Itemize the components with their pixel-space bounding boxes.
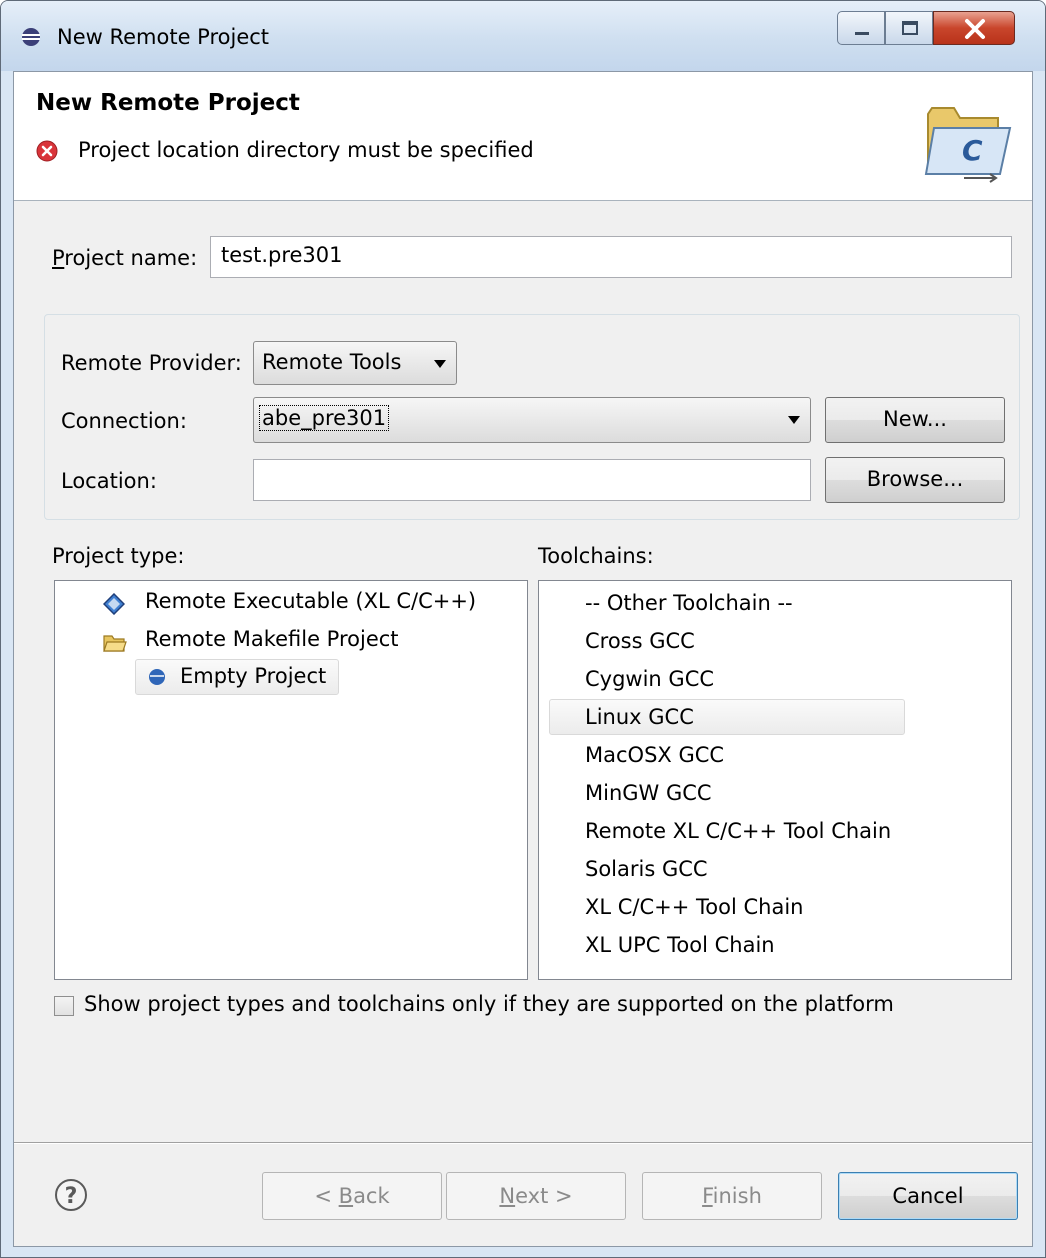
toolchain-item[interactable]: MacOSX GCC <box>585 743 724 767</box>
toolchain-item[interactable]: MinGW GCC <box>585 781 712 805</box>
folder-icon <box>103 635 127 652</box>
eclipse-icon <box>22 28 40 46</box>
chevron-down-icon <box>434 360 446 368</box>
supported-only-checkbox[interactable] <box>54 996 74 1016</box>
remote-provider-select[interactable]: Remote Tools <box>253 341 457 385</box>
toolchain-item[interactable]: Cross GCC <box>585 629 695 653</box>
project-type-label: Project type: <box>52 544 185 568</box>
finish-button[interactable]: Finish <box>642 1172 822 1220</box>
c-project-folder-icon: C <box>924 107 1012 183</box>
chevron-down-icon <box>788 416 800 424</box>
toolchain-item-selected[interactable]: Linux GCC <box>585 705 694 729</box>
page-title: New Remote Project <box>36 90 300 116</box>
location-input[interactable] <box>253 459 811 501</box>
error-message: Project location directory must be speci… <box>78 138 534 162</box>
toolchains-list[interactable]: -- Other Toolchain -- Cross GCC Cygwin G… <box>538 580 1012 980</box>
toolchain-item[interactable]: XL C/C++ Tool Chain <box>585 895 803 919</box>
remote-settings-group: Remote Provider: Remote Tools Connection… <box>44 314 1020 520</box>
project-name-input[interactable]: test.pre301 <box>210 236 1012 278</box>
maximize-button[interactable] <box>885 11 933 45</box>
connection-select[interactable]: abe_pre301 <box>253 397 811 443</box>
remote-provider-value: Remote Tools <box>262 350 402 374</box>
minimize-button[interactable] <box>837 11 885 45</box>
minimize-icon <box>855 32 869 35</box>
window-title: New Remote Project <box>57 25 270 49</box>
error-icon <box>36 140 58 162</box>
close-icon <box>965 19 985 39</box>
bullet-icon <box>149 669 165 685</box>
toolchain-item[interactable]: Remote XL C/C++ Tool Chain <box>585 819 891 843</box>
toolchain-item[interactable]: XL UPC Tool Chain <box>585 933 775 957</box>
back-button[interactable]: < Back <box>262 1172 442 1220</box>
project-type-tree[interactable]: Remote Executable (XL C/C++) Remote Make… <box>54 580 528 980</box>
toolchain-item[interactable]: -- Other Toolchain -- <box>585 591 793 615</box>
connection-label: Connection: <box>61 409 187 433</box>
help-icon[interactable]: ? <box>54 1178 88 1212</box>
tree-item-label: Empty Project <box>180 664 327 688</box>
new-connection-button[interactable]: New... <box>825 397 1005 443</box>
toolchain-item[interactable]: Solaris GCC <box>585 857 708 881</box>
svg-text:C: C <box>962 134 983 167</box>
tree-item-label: Remote Executable (XL C/C++) <box>145 589 477 613</box>
browse-button[interactable]: Browse... <box>825 457 1005 503</box>
diamond-icon <box>103 593 125 615</box>
supported-only-label[interactable]: Show project types and toolchains only i… <box>84 992 894 1016</box>
connection-value: abe_pre301 <box>258 405 390 431</box>
project-name-label: Project name: <box>52 246 198 270</box>
dialog-window: New Remote Project New Remote Project Pr… <box>0 0 1046 1258</box>
cancel-button[interactable]: Cancel <box>838 1172 1018 1220</box>
toolchain-item[interactable]: Cygwin GCC <box>585 667 714 691</box>
wizard-banner: New Remote Project Project location dire… <box>14 72 1032 201</box>
toolchains-label: Toolchains: <box>538 544 654 568</box>
title-bar[interactable]: New Remote Project <box>1 1 1045 71</box>
maximize-icon <box>902 21 918 35</box>
location-label: Location: <box>61 469 157 493</box>
next-button[interactable]: Next > <box>446 1172 626 1220</box>
close-button[interactable] <box>933 11 1015 45</box>
tree-item-label: Remote Makefile Project <box>145 627 399 651</box>
tree-item-empty-project[interactable]: Empty Project <box>135 659 339 695</box>
dialog-body: New Remote Project Project location dire… <box>13 71 1033 1247</box>
svg-text:?: ? <box>65 1184 78 1209</box>
remote-provider-label: Remote Provider: <box>61 351 242 375</box>
button-bar-separator <box>14 1142 1032 1144</box>
